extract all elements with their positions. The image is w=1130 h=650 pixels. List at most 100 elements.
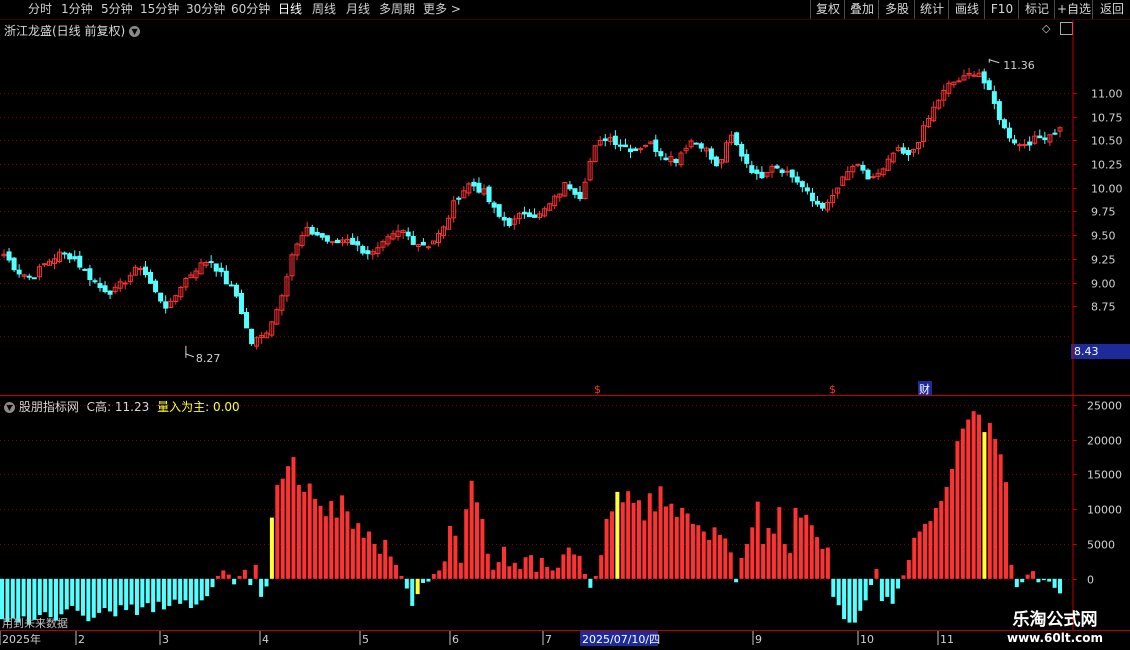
indicator-bar	[572, 554, 577, 579]
indicator-bar	[469, 480, 474, 579]
indicator-bar	[788, 553, 793, 579]
indicator-bar	[1052, 578, 1057, 588]
candle-body	[870, 176, 876, 179]
indicator-bar	[296, 484, 301, 579]
indicator-bar	[431, 573, 436, 579]
indicator-bar	[237, 576, 242, 579]
indicator-bar	[242, 569, 247, 579]
indicator-bar	[221, 570, 226, 579]
candle-body	[324, 235, 330, 242]
indicator-bar	[777, 507, 782, 579]
candle-body	[1027, 141, 1033, 146]
candle-body	[501, 216, 507, 221]
indicator-bar	[593, 576, 598, 579]
indicator-bar	[712, 527, 717, 579]
ind-tick-label-4: 5000	[1087, 539, 1115, 552]
indicator-bar	[377, 553, 382, 579]
indicator-bar	[307, 483, 312, 579]
indicator-bar	[124, 578, 129, 611]
candle-body	[905, 149, 911, 156]
watermark-url: www.60lt.com	[1006, 631, 1104, 645]
ind-tick-label-0: 25000	[1087, 400, 1122, 413]
candle-body	[16, 269, 22, 275]
price-tick-label-7: 9.25	[1091, 254, 1116, 267]
future-data-note: 用到未来数据	[2, 617, 68, 630]
indicator-bar	[345, 511, 350, 579]
indicator-bar	[529, 555, 533, 579]
indicator-bar	[658, 486, 663, 579]
candle-body	[92, 280, 98, 283]
candle-body	[410, 235, 416, 245]
indicator-bar	[1036, 578, 1041, 583]
indicator-bar	[64, 578, 69, 610]
candle-body	[158, 292, 164, 302]
indicator-bar	[59, 578, 64, 615]
candle-body	[67, 253, 73, 260]
candle-body	[774, 165, 780, 169]
indicator-bar	[188, 578, 193, 609]
candle-body	[633, 148, 639, 152]
indicator-bar	[734, 578, 739, 583]
candle-body	[602, 138, 608, 142]
indicator-bar	[437, 570, 442, 579]
candle-body	[794, 176, 800, 183]
indicator-bar	[766, 528, 771, 579]
candle-body	[617, 144, 623, 147]
indicator-bar	[971, 411, 976, 579]
candle-body	[526, 212, 532, 218]
indicator-bar	[912, 537, 917, 579]
indicator-bar	[615, 491, 620, 579]
candle-body	[360, 246, 366, 254]
candle-body	[244, 312, 250, 329]
time-label-2: 3	[162, 633, 169, 646]
indicator-bar	[896, 578, 901, 589]
indicator-bar	[836, 578, 841, 606]
candle-body	[82, 268, 88, 271]
indicator-bar	[831, 578, 836, 597]
indicator-bar	[140, 578, 145, 608]
candle-body	[11, 257, 17, 271]
candle-body	[213, 263, 219, 272]
indicator-bar	[798, 517, 803, 579]
candle-body	[532, 214, 538, 218]
indicator-bar	[744, 544, 749, 579]
indicator-bar	[631, 503, 636, 579]
candle-body	[238, 293, 244, 315]
candle-body	[350, 237, 356, 245]
indicator-bar	[323, 516, 328, 579]
indicator-bar	[1041, 578, 1046, 581]
indicator-bar	[70, 578, 75, 606]
indicator-bar	[172, 578, 177, 600]
finance-marker: 财	[919, 382, 930, 396]
indicator-bar	[464, 509, 469, 579]
price-tick-label-5: 9.75	[1091, 206, 1116, 219]
candle-body	[26, 275, 32, 278]
indicator-bar	[10, 578, 15, 619]
indicator-bar	[329, 500, 334, 579]
indicator-bar	[588, 578, 593, 588]
candle-body	[643, 144, 649, 147]
candle-body	[996, 101, 1002, 121]
indicator-bar	[863, 578, 868, 601]
candle-body	[991, 91, 997, 104]
indicator-bar	[761, 544, 766, 579]
time-label-0: 2025年	[2, 632, 41, 646]
watermark: 乐淘公式网 www.60lt.com	[985, 610, 1125, 646]
indicator-bar	[523, 557, 528, 579]
price-tick-label-2: 10.50	[1091, 135, 1123, 148]
indicator-bar	[626, 491, 631, 579]
indicator-bar	[1004, 482, 1009, 579]
indicator-bar	[313, 498, 318, 579]
indicator-bar	[680, 507, 685, 579]
indicator-bar	[750, 527, 755, 579]
indicator-bar	[696, 525, 701, 579]
candle-body	[663, 157, 669, 161]
candle-body	[228, 284, 234, 287]
ind-tick-label-1: 20000	[1087, 435, 1122, 448]
candle-body	[208, 261, 214, 264]
candle-body	[900, 147, 906, 154]
indicator-bar	[993, 439, 998, 579]
indicator-bar	[75, 578, 80, 611]
candle-body	[31, 277, 37, 280]
indicator-bar	[367, 531, 372, 579]
